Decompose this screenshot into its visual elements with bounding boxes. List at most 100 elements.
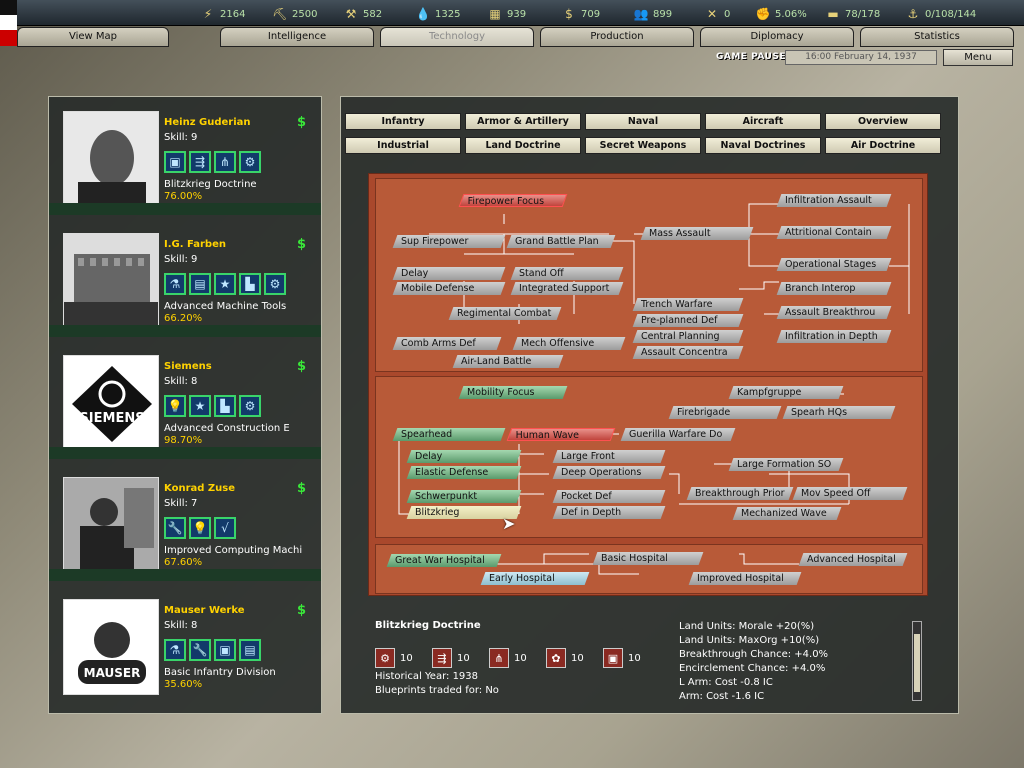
specialty-icon: 💡	[164, 395, 186, 417]
tech-info-panel: Blitzkrieg Doctrine ⚙ 10 ⇶ 10 ⋔ 10 ✿ 10 ▣ 10 Hist…	[368, 615, 928, 710]
tab-industrial[interactable]: Industrial	[345, 137, 461, 154]
tech-delay[interactable]: Delay	[392, 267, 506, 280]
tab-infantry[interactable]: Infantry	[345, 113, 461, 130]
tech-spearhead[interactable]: Spearhead	[392, 428, 506, 441]
tech-pocket-def[interactable]: Pocket Def	[552, 490, 666, 503]
nation-flag[interactable]	[0, 0, 17, 46]
resource-rare-materials[interactable]: ⚒ 582	[343, 6, 382, 22]
tech-mass-assault[interactable]: Mass Assault	[640, 227, 754, 240]
tech-early-hospital[interactable]: Early Hospital	[480, 572, 590, 585]
cost-value: 10	[457, 652, 470, 664]
tech-infiltration-in-depth[interactable]: Infiltration in Depth	[776, 330, 892, 343]
specialty-icon: ⋔	[214, 151, 236, 173]
tech-central-planning[interactable]: Central Planning	[632, 330, 744, 343]
tech-elastic-defense[interactable]: Elastic Defense	[406, 466, 522, 479]
tech-basic-hospital[interactable]: Basic Hospital	[592, 552, 704, 565]
specialty-icon: ▤	[189, 273, 211, 295]
research-team-card[interactable]: Konrad Zuse Skill: 7 $ 🔧 💡 √ Improved Computin…	[49, 463, 321, 581]
resource-crossed-swords[interactable]: ✕ 0	[704, 6, 730, 22]
team-specialties: 🔧 💡 √	[164, 517, 236, 539]
dollar-icon: $	[297, 115, 307, 130]
research-team-card[interactable]: MAUSER Mauser Werke Skill: 8 $ ⚗ 🔧 ▣ ▤ Basic Inf…	[49, 585, 321, 695]
tech-firebrigade[interactable]: Firebrigade	[668, 406, 782, 419]
tech-assault-breakthrou[interactable]: Assault Breakthrou	[776, 306, 892, 319]
resource-energy[interactable]: ⚡ 2164	[200, 6, 246, 22]
tech-large-front[interactable]: Large Front	[552, 450, 666, 463]
resource-convoy[interactable]: ⚓ 0/108/144	[905, 6, 977, 22]
tech-spearh-hqs[interactable]: Spearh HQs	[782, 406, 896, 419]
tech-operational-stages[interactable]: Operational Stages	[776, 258, 892, 271]
manpower-icon: 👥	[633, 7, 649, 21]
tab-armor-artillery[interactable]: Armor & Artillery	[465, 113, 581, 130]
resource-metal[interactable]: ⛏ 2500	[272, 6, 317, 22]
cost-item: ⇶ 10	[432, 648, 470, 668]
tab-naval-doctrines[interactable]: Naval Doctrines	[705, 137, 821, 154]
effect-line: Land Units: Morale +20(%)	[679, 621, 815, 632]
tech-advanced-hospital[interactable]: Advanced Hospital	[798, 553, 908, 566]
tech-delay-mobile[interactable]: Delay	[406, 450, 522, 463]
resource-oil[interactable]: 💧 1325	[415, 6, 461, 22]
convoy-icon: ⚓	[907, 7, 919, 21]
tech-assault-concentra[interactable]: Assault Concentra	[632, 346, 744, 359]
research-team-card[interactable]: SIEMENS Siemens Skill: 8 $ 💡 ★ ▙ ⚙ Advanced Cons…	[49, 341, 321, 459]
tab-naval[interactable]: Naval	[585, 113, 701, 130]
tech-deep-operations[interactable]: Deep Operations	[552, 466, 666, 479]
effect-line: Encirclement Chance: +4.0%	[679, 663, 826, 674]
tech-mov-speed-off[interactable]: Mov Speed Off	[792, 487, 908, 500]
research-team-card[interactable]: Heinz Guderian Skill: 9 $ ▣ ⇶ ⋔ ⚙ Blitzkrieg Do…	[49, 97, 321, 215]
tech-air-land-battle[interactable]: Air-Land Battle	[452, 355, 564, 368]
tab-overview[interactable]: Overview	[825, 113, 941, 130]
menu-button[interactable]: Menu	[943, 49, 1013, 66]
tech-great-war-hospital[interactable]: Great War Hospital	[386, 554, 502, 567]
effect-line: Breakthrough Chance: +4.0%	[679, 649, 829, 660]
tech-mechanized-wave[interactable]: Mechanized Wave	[732, 507, 842, 520]
dollar-icon: $	[297, 603, 307, 618]
mouse-cursor-icon: ➤	[502, 514, 516, 533]
tab-land-doctrine[interactable]: Land Doctrine	[465, 137, 581, 154]
tech-breakthrough-prior[interactable]: Breakthrough Prior	[686, 487, 794, 500]
tech-human-wave[interactable]: Human Wave	[506, 428, 616, 441]
tech-grand-battle-plan[interactable]: Grand Battle Plan	[506, 235, 616, 248]
tech-pre-planned-def[interactable]: Pre-planned Def	[632, 314, 744, 327]
nav-diplomacy[interactable]: Diplomacy	[700, 27, 854, 47]
specialty-icon: ⚙	[264, 273, 286, 295]
team-current-project: Improved Computing Machi	[164, 545, 303, 556]
nav-intelligence[interactable]: Intelligence	[220, 27, 374, 47]
tech-sup-firepower[interactable]: Sup Firepower	[392, 235, 506, 248]
tech-branch-interop[interactable]: Branch Interop	[776, 282, 892, 295]
tech-mobile-defense[interactable]: Mobile Defense	[392, 282, 506, 295]
team-photo: SIEMENS	[63, 355, 159, 451]
team-skill: Skill: 8	[164, 376, 198, 387]
effects-scrollbar[interactable]	[912, 621, 922, 701]
resource-money[interactable]: $709	[561, 6, 600, 22]
tab-secret-weapons[interactable]: Secret Weapons	[585, 137, 701, 154]
crossed-swords-icon: ✕	[706, 7, 718, 21]
tech-comb-arms-def[interactable]: Comb Arms Def	[392, 337, 502, 350]
resource-transport[interactable]: ▬ 78/178	[825, 6, 880, 22]
tech-regimental-combat[interactable]: Regimental Combat	[448, 307, 562, 320]
tab-aircraft[interactable]: Aircraft	[705, 113, 821, 130]
tech-infiltration-assault[interactable]: Infiltration Assault	[776, 194, 892, 207]
tech-improved-hospital[interactable]: Improved Hospital	[688, 572, 802, 585]
tech-large-formation[interactable]: Large Formation SO	[728, 458, 844, 471]
tech-firepower-focus[interactable]: Firepower Focus	[458, 194, 568, 207]
resource-dissent[interactable]: ✊ 5.06%	[755, 6, 807, 22]
research-team-card[interactable]: I.G. Farben Skill: 9 $ ⚗ ▤ ★ ▙ ⚙ Advanced Machin…	[49, 219, 321, 337]
tech-guerilla-warfare[interactable]: Guerilla Warfare Do	[620, 428, 736, 441]
tech-stand-off[interactable]: Stand Off	[510, 267, 624, 280]
tech-kampfgruppe[interactable]: Kampfgruppe	[728, 386, 844, 399]
tech-schwerpunkt[interactable]: Schwerpunkt	[406, 490, 522, 503]
resource-supplies[interactable]: ▦ 939	[487, 6, 526, 22]
nav-production[interactable]: Production	[540, 27, 694, 47]
tech-def-in-depth[interactable]: Def in Depth	[552, 506, 666, 519]
tech-mobility-focus[interactable]: Mobility Focus	[458, 386, 568, 399]
tech-trench-warfare[interactable]: Trench Warfare	[632, 298, 744, 311]
nav-technology[interactable]: Technology	[380, 27, 534, 47]
tech-integrated-support[interactable]: Integrated Support	[510, 282, 624, 295]
tab-air-doctrine[interactable]: Air Doctrine	[825, 137, 941, 154]
nav-view-map[interactable]: View Map	[17, 27, 169, 47]
nav-statistics[interactable]: Statistics	[860, 27, 1014, 47]
tech-attritional-contain[interactable]: Attritional Contain	[776, 226, 892, 239]
tech-mech-offensive[interactable]: Mech Offensive	[512, 337, 626, 350]
resource-manpower[interactable]: 👥 899	[633, 6, 673, 22]
